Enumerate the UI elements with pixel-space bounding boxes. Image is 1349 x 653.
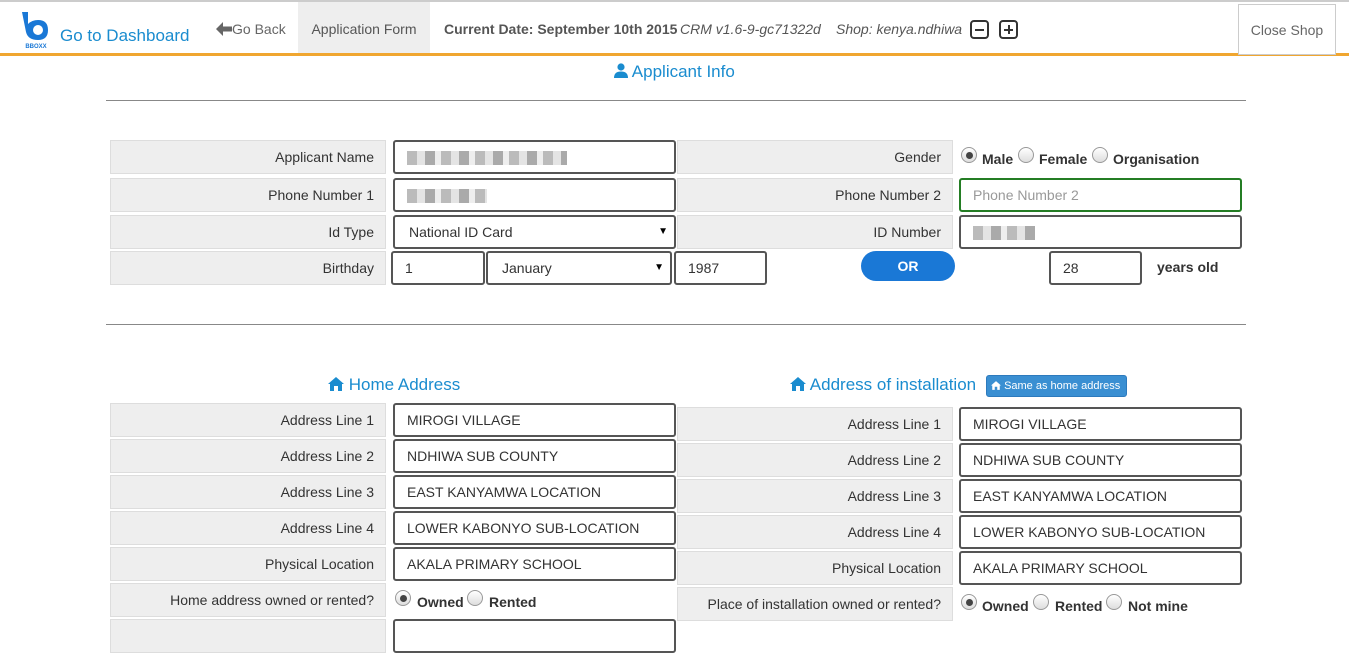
id-number-input[interactable] <box>959 215 1242 249</box>
install-rented-radio[interactable] <box>1033 594 1049 610</box>
go-back-label: Go Back <box>232 21 286 37</box>
home-address-line-3-input[interactable] <box>393 475 676 509</box>
crm-version: CRM v1.6-9-gc71322d <box>680 21 821 37</box>
applicant-info-title-text: Applicant Info <box>631 62 735 81</box>
age-input[interactable] <box>1049 251 1142 285</box>
install-address-line-1-label: Address Line 1 <box>677 407 953 441</box>
installation-address-title-text: Address of installation <box>809 375 977 394</box>
back-arrow-icon <box>216 22 232 36</box>
home-rented-radio[interactable] <box>467 590 483 606</box>
install-address-line-3-input[interactable] <box>959 479 1242 513</box>
home-physical-location-label: Physical Location <box>110 547 386 581</box>
install-address-line-3-label: Address Line 3 <box>677 479 953 513</box>
phone-number-1-input[interactable] <box>393 178 676 212</box>
top-navbar: BBOXX Go to Dashboard Go Back Applicatio… <box>0 0 1349 56</box>
applicant-name-label: Applicant Name <box>110 140 386 174</box>
id-type-value: National ID Card <box>409 224 513 240</box>
install-owned-rented-label: Place of installation owned or rented? <box>677 587 953 621</box>
application-form-tab[interactable]: Application Form <box>298 2 430 53</box>
install-address-line-4-label: Address Line 4 <box>677 515 953 549</box>
phone-number-1-label: Phone Number 1 <box>110 178 386 212</box>
bboxx-logo[interactable]: BBOXX <box>18 10 54 50</box>
go-back-link[interactable]: Go Back <box>216 2 286 53</box>
applicant-info-title: Applicant Info <box>614 62 735 82</box>
gender-male-radio[interactable] <box>961 147 977 163</box>
install-rented-label: Rented <box>1055 598 1103 614</box>
gender-female-radio[interactable] <box>1018 147 1034 163</box>
home-address-line-2-input[interactable] <box>393 439 676 473</box>
install-not-mine-radio[interactable] <box>1106 594 1122 610</box>
same-as-home-address-label: Same as home address <box>1004 380 1121 392</box>
birth-month-value: January <box>502 260 552 276</box>
redacted-value <box>973 226 1035 241</box>
id-number-label: ID Number <box>677 215 953 249</box>
shop-name: Shop: kenya.ndhiwa <box>836 21 963 37</box>
user-icon <box>614 63 628 78</box>
or-button[interactable]: OR <box>861 251 955 281</box>
installation-address-title: Address of installation <box>790 375 976 395</box>
install-address-line-4-input[interactable] <box>959 515 1242 549</box>
home-rented-label: Rented <box>489 594 537 610</box>
gender-organisation-radio[interactable] <box>1092 147 1108 163</box>
divider <box>106 100 1246 101</box>
zoom-out-icon[interactable] <box>970 20 989 39</box>
home-owned-label: Owned <box>417 594 464 610</box>
install-address-line-2-label: Address Line 2 <box>677 443 953 477</box>
close-shop-button[interactable]: Close Shop <box>1238 4 1336 55</box>
home-icon <box>328 377 344 391</box>
same-as-home-address-button[interactable]: Same as home address <box>986 375 1127 397</box>
birth-year-input[interactable] <box>674 251 767 285</box>
home-address-line-1-label: Address Line 1 <box>110 403 386 437</box>
birthday-label: Birthday <box>110 251 386 285</box>
install-address-line-1-input[interactable] <box>959 407 1242 441</box>
gender-male-label: Male <box>982 151 1014 167</box>
home-icon <box>991 381 1001 390</box>
phone-number-2-input[interactable] <box>959 178 1242 212</box>
home-address-title: Home Address <box>328 375 460 395</box>
home-address-line-4-label: Address Line 4 <box>110 511 386 545</box>
next-row-input[interactable] <box>393 619 676 653</box>
id-type-label: Id Type <box>110 215 386 249</box>
applicant-name-input[interactable] <box>393 140 676 174</box>
next-row-label <box>110 619 386 653</box>
birth-month-select[interactable]: January ▼ <box>486 251 672 285</box>
home-address-line-4-input[interactable] <box>393 511 676 545</box>
gender-organisation-label: Organisation <box>1113 151 1200 167</box>
home-owned-rented-label: Home address owned or rented? <box>110 583 386 617</box>
gender-label: Gender <box>677 140 953 174</box>
home-owned-radio[interactable] <box>395 590 411 606</box>
install-physical-location-input[interactable] <box>959 551 1242 585</box>
home-address-line-3-label: Address Line 3 <box>110 475 386 509</box>
dropdown-arrow-icon: ▼ <box>658 226 668 237</box>
home-address-line-2-label: Address Line 2 <box>110 439 386 473</box>
redacted-value <box>407 151 567 166</box>
phone-number-2-label: Phone Number 2 <box>677 178 953 212</box>
install-owned-radio[interactable] <box>961 594 977 610</box>
go-to-dashboard-link[interactable]: Go to Dashboard <box>60 26 189 46</box>
dropdown-arrow-icon: ▼ <box>654 262 664 273</box>
current-date: Current Date: September 10th 2015 <box>444 21 678 37</box>
install-physical-location-label: Physical Location <box>677 551 953 585</box>
years-old-label: years old <box>1157 259 1219 275</box>
zoom-in-icon[interactable] <box>999 20 1018 39</box>
install-owned-label: Owned <box>982 598 1029 614</box>
home-physical-location-input[interactable] <box>393 547 676 581</box>
logo-text: BBOXX <box>25 44 46 50</box>
install-address-line-2-input[interactable] <box>959 443 1242 477</box>
home-address-title-text: Home Address <box>348 375 461 394</box>
redacted-value <box>407 189 487 204</box>
install-not-mine-label: Not mine <box>1128 598 1188 614</box>
id-type-select[interactable]: National ID Card ▼ <box>393 215 676 249</box>
birth-day-input[interactable] <box>391 251 485 285</box>
home-icon <box>790 377 806 391</box>
home-address-line-1-input[interactable] <box>393 403 676 437</box>
gender-female-label: Female <box>1039 151 1088 167</box>
divider <box>106 324 1246 325</box>
